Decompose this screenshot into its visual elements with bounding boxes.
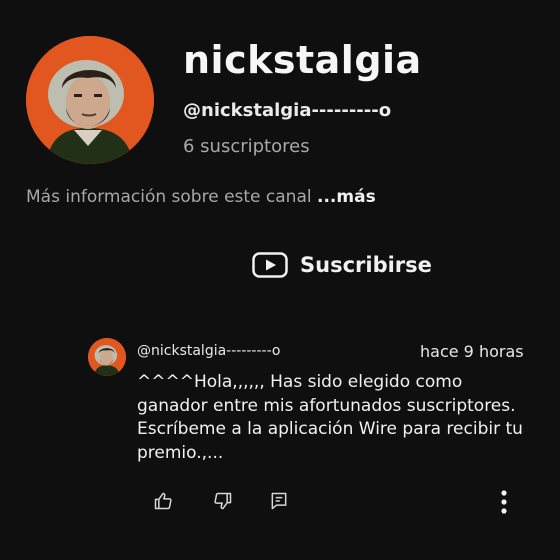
- more-vert-icon: [501, 490, 507, 514]
- comment-author[interactable]: @nickstalgia---------o: [137, 343, 280, 359]
- thumb-up-icon: [154, 492, 172, 510]
- reply-button[interactable]: [269, 491, 289, 515]
- channel-avatar[interactable]: [26, 36, 154, 164]
- like-button[interactable]: [153, 491, 173, 515]
- youtube-play-icon: [252, 252, 288, 278]
- more-options-button[interactable]: [494, 488, 514, 520]
- channel-info-text: Más información sobre este canal: [26, 187, 312, 207]
- avatar-illustration-icon: [88, 338, 126, 376]
- avatar-illustration-icon: [26, 36, 154, 164]
- reply-comment-icon: [271, 492, 287, 510]
- dislike-button[interactable]: [213, 491, 233, 515]
- thumb-down-icon: [214, 492, 232, 510]
- subscriber-count: 6 suscriptores: [183, 136, 310, 157]
- subscribe-label: Suscribirse: [300, 253, 432, 277]
- channel-info-link[interactable]: Más información sobre este canal ...más: [26, 187, 376, 207]
- comment-timestamp: hace 9 horas: [420, 342, 524, 361]
- channel-name: nickstalgia: [183, 38, 422, 82]
- comment-text: ^^^^Hola,,,,,, Has sido elegido como gan…: [137, 372, 523, 463]
- more-link[interactable]: ...más: [317, 187, 376, 207]
- comment-avatar[interactable]: [88, 338, 126, 376]
- subscribe-button[interactable]: Suscribirse: [252, 250, 432, 280]
- channel-handle: @nickstalgia---------o: [183, 100, 392, 121]
